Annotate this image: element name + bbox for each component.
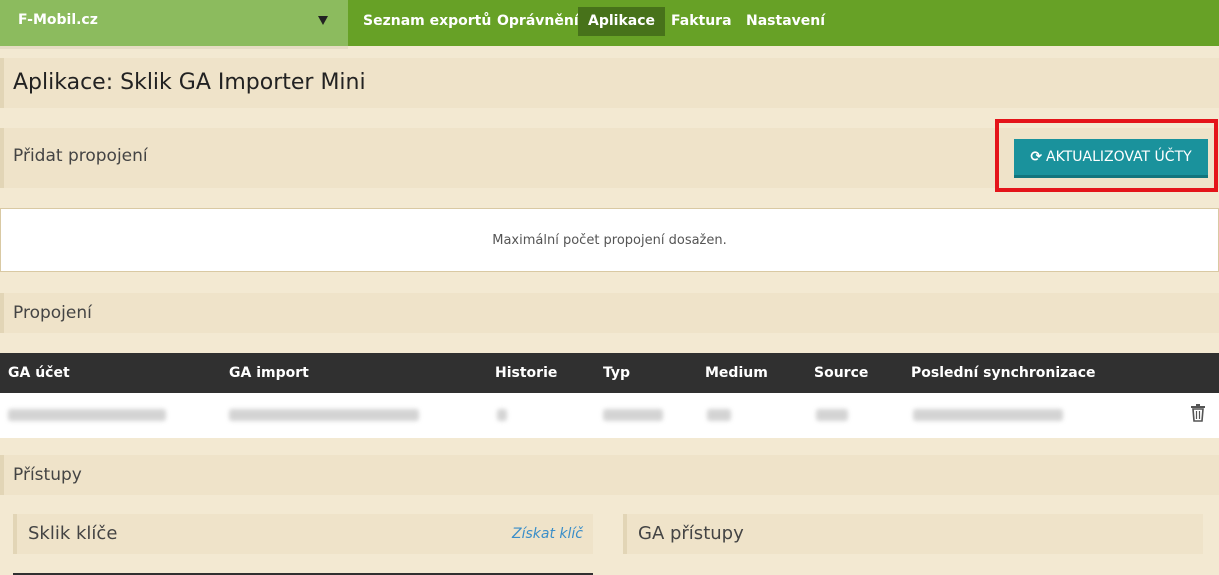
connections-panel: Propojení <box>0 293 1219 333</box>
redacted-cell <box>497 409 507 421</box>
get-key-link[interactable]: Získat klíč <box>512 526 583 542</box>
redacted-cell <box>8 409 166 421</box>
nav-opravneni[interactable]: Oprávnění <box>487 7 589 36</box>
top-navbar: F-Mobil.cz Seznam exportů Oprávnění Apli… <box>0 0 1219 46</box>
access-title: Přístupy <box>13 465 82 485</box>
col-type: Typ <box>603 365 631 381</box>
nav-seznam-exportu[interactable]: Seznam exportů <box>353 7 501 36</box>
ga-access-title: GA přístupy <box>638 523 744 544</box>
col-last-sync: Poslední synchronizace <box>911 365 1096 381</box>
col-medium: Medium <box>705 365 768 381</box>
account-name: F-Mobil.cz <box>18 12 98 28</box>
redacted-cell <box>229 409 419 421</box>
col-history: Historie <box>495 365 558 381</box>
redacted-cell <box>816 409 848 421</box>
page-title: Aplikace: Sklik GA Importer Mini <box>13 70 366 95</box>
access-panel: Přístupy <box>0 455 1219 495</box>
info-message-text: Maximální počet propojení dosažen. <box>492 233 727 248</box>
redacted-cell <box>707 409 731 421</box>
redacted-cell <box>603 409 663 421</box>
sklik-keys-panel: Sklik klíče Získat klíč <box>13 514 593 554</box>
col-source: Source <box>814 365 869 381</box>
info-message: Maximální počet propojení dosažen. <box>0 208 1219 272</box>
ga-access-panel: GA přístupy <box>623 514 1203 554</box>
sklik-keys-title: Sklik klíče <box>28 523 118 544</box>
breadcrumb <box>0 46 348 49</box>
table-row <box>0 393 1219 438</box>
trash-icon[interactable] <box>1190 404 1206 422</box>
nav-faktura[interactable]: Faktura <box>661 7 742 36</box>
col-ga-account: GA účet <box>8 365 70 381</box>
redacted-cell <box>913 409 1063 421</box>
caret-down-icon[interactable] <box>318 16 328 25</box>
connections-table-header: GA účet GA import Historie Typ Medium So… <box>0 353 1219 393</box>
account-switcher[interactable]: F-Mobil.cz <box>0 0 348 46</box>
add-connection-title: Přidat propojení <box>13 146 148 166</box>
col-ga-import: GA import <box>229 365 309 381</box>
nav-aplikace[interactable]: Aplikace <box>578 7 666 36</box>
nav-nastaveni[interactable]: Nastavení <box>736 7 835 36</box>
connections-title: Propojení <box>13 303 92 323</box>
highlight-annotation <box>995 119 1218 192</box>
